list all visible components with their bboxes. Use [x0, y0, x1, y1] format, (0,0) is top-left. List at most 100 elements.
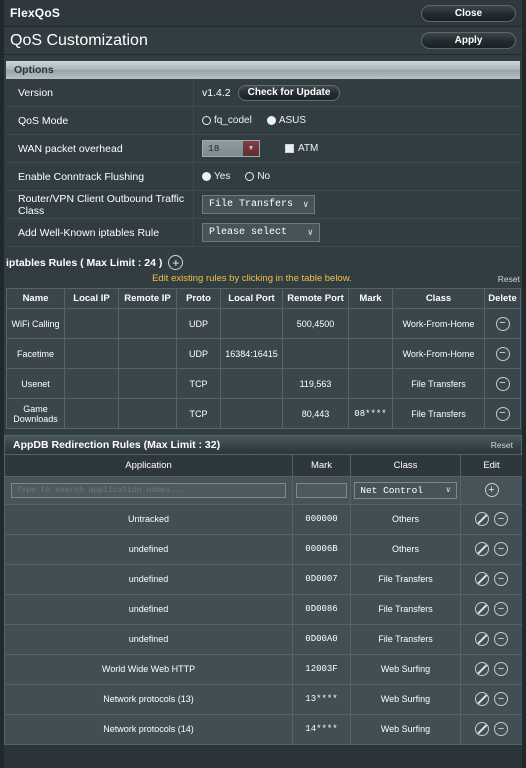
- cell-class[interactable]: Web Surfing: [350, 713, 461, 745]
- edit-rule-icon[interactable]: [475, 602, 489, 616]
- cell-mark[interactable]: [348, 308, 393, 339]
- cell-class[interactable]: Work-From-Home: [392, 338, 485, 369]
- atm-checkbox[interactable]: ATM: [285, 143, 318, 154]
- cell-mark[interactable]: [348, 338, 393, 369]
- cell-application[interactable]: undefined: [4, 623, 293, 655]
- cell-name[interactable]: Usenet: [6, 368, 65, 399]
- delete-rule-icon[interactable]: −: [495, 316, 510, 331]
- edit-rule-icon[interactable]: [475, 572, 489, 586]
- cell-class[interactable]: File Transfers: [350, 623, 461, 655]
- cell-name[interactable]: WiFi Calling: [6, 308, 65, 339]
- list-item[interactable]: Network protocols (13) 13**** Web Surfin…: [4, 683, 523, 715]
- delete-rule-icon[interactable]: −: [494, 542, 508, 556]
- search-input[interactable]: [10, 482, 287, 498]
- cell-name[interactable]: Facetime: [6, 338, 65, 369]
- delete-rule-icon[interactable]: −: [494, 722, 508, 736]
- delete-rule-icon[interactable]: −: [494, 512, 508, 526]
- cell-remote-port[interactable]: 119,563: [282, 368, 349, 399]
- cell-mark[interactable]: [348, 368, 393, 399]
- list-item[interactable]: World Wide Web HTTP 12003F Web Surfing −: [4, 653, 523, 685]
- edit-rule-icon[interactable]: [475, 632, 489, 646]
- cell-name[interactable]: Game Downloads: [6, 398, 65, 429]
- cell-local-ip[interactable]: [64, 398, 119, 429]
- cell-class[interactable]: File Transfers: [350, 593, 461, 625]
- list-item[interactable]: undefined 0D0086 File Transfers −: [4, 593, 523, 625]
- iptables-reset-link[interactable]: Reset: [498, 274, 520, 284]
- cell-local-port[interactable]: [220, 368, 283, 399]
- cell-mark[interactable]: 00006B: [292, 533, 351, 565]
- cell-class[interactable]: Web Surfing: [350, 653, 461, 685]
- cell-local-ip[interactable]: [64, 308, 119, 339]
- delete-rule-icon[interactable]: −: [495, 346, 510, 361]
- add-appdb-rule-icon[interactable]: +: [484, 483, 499, 497]
- cell-application[interactable]: undefined: [4, 563, 293, 595]
- wan-overhead-select[interactable]: 18 ▼: [202, 140, 260, 157]
- edit-rule-icon[interactable]: [475, 542, 489, 556]
- edit-rule-icon[interactable]: [475, 662, 489, 676]
- cell-class[interactable]: Work-From-Home: [392, 308, 485, 339]
- edit-rule-icon[interactable]: [475, 512, 489, 526]
- cell-remote-ip[interactable]: [118, 368, 177, 399]
- table-row[interactable]: Usenet TCP 119,563 File Transfers −: [6, 368, 521, 399]
- add-iptables-rule-icon[interactable]: +: [168, 255, 184, 270]
- cell-application[interactable]: Untracked: [4, 503, 293, 535]
- table-row[interactable]: WiFi Calling UDP 500,4500 Work-From-Home…: [6, 308, 521, 339]
- delete-rule-icon[interactable]: −: [494, 692, 508, 706]
- list-item[interactable]: undefined 0D0007 File Transfers −: [4, 563, 523, 595]
- cell-class[interactable]: File Transfers: [392, 398, 485, 429]
- cell-mark[interactable]: 0D0007: [292, 563, 351, 595]
- list-item[interactable]: undefined 00006B Others −: [4, 533, 523, 565]
- cell-mark[interactable]: 0D00A0: [292, 623, 351, 655]
- cell-remote-ip[interactable]: [118, 338, 177, 369]
- cell-class[interactable]: File Transfers: [392, 368, 485, 399]
- qos-mode-radio-fqcodel[interactable]: fq_codel: [202, 115, 252, 126]
- cell-mark[interactable]: 000000: [292, 503, 351, 535]
- cell-class[interactable]: File Transfers: [350, 563, 461, 595]
- delete-rule-icon[interactable]: −: [494, 662, 508, 676]
- cell-mark[interactable]: 12003F: [292, 653, 351, 685]
- cell-class[interactable]: Others: [350, 503, 461, 535]
- delete-rule-icon[interactable]: −: [494, 572, 508, 586]
- cell-mark[interactable]: 08****: [348, 398, 393, 429]
- delete-rule-icon[interactable]: −: [494, 632, 508, 646]
- list-item[interactable]: Network protocols (14) 14**** Web Surfin…: [4, 713, 523, 745]
- check-for-update-button[interactable]: Check for Update: [237, 84, 341, 101]
- edit-rule-icon[interactable]: [475, 722, 489, 736]
- edit-rule-icon[interactable]: [475, 692, 489, 706]
- appdb-reset-link[interactable]: Reset: [491, 440, 513, 450]
- delete-rule-icon[interactable]: −: [495, 376, 510, 391]
- delete-rule-icon[interactable]: −: [495, 406, 510, 421]
- cell-application[interactable]: undefined: [4, 593, 293, 625]
- cell-proto[interactable]: UDP: [176, 338, 221, 369]
- cell-mark[interactable]: 13****: [292, 683, 351, 715]
- cell-local-ip[interactable]: [64, 338, 119, 369]
- wellknown-rule-select[interactable]: Please select ∨: [202, 223, 320, 242]
- cell-local-port[interactable]: [220, 308, 283, 339]
- cell-remote-ip[interactable]: [118, 398, 177, 429]
- cell-application[interactable]: Network protocols (14): [4, 713, 293, 745]
- table-row[interactable]: Game Downloads TCP 80,443 08**** File Tr…: [6, 398, 521, 429]
- qos-mode-radio-asus[interactable]: ASUS: [266, 115, 306, 126]
- cell-local-port[interactable]: [220, 398, 283, 429]
- cell-application[interactable]: undefined: [4, 533, 293, 565]
- cell-proto[interactable]: UDP: [176, 308, 221, 339]
- list-item[interactable]: Untracked 000000 Others −: [4, 503, 523, 535]
- cell-class[interactable]: Others: [350, 533, 461, 565]
- class-select[interactable]: Net Control ∨: [354, 481, 457, 499]
- conntrack-radio-no[interactable]: No: [245, 171, 270, 182]
- cell-class[interactable]: Web Surfing: [350, 683, 461, 715]
- cell-mark[interactable]: 0D0086: [292, 593, 351, 625]
- cell-mark[interactable]: 14****: [292, 713, 351, 745]
- delete-rule-icon[interactable]: −: [494, 602, 508, 616]
- cell-proto[interactable]: TCP: [176, 398, 221, 429]
- mark-input[interactable]: [296, 482, 347, 498]
- outbound-class-select[interactable]: File Transfers ∨: [202, 195, 316, 214]
- cell-application[interactable]: Network protocols (13): [4, 683, 293, 715]
- cell-local-port[interactable]: 16384:16415: [220, 338, 283, 369]
- cell-application[interactable]: World Wide Web HTTP: [4, 653, 293, 685]
- close-button[interactable]: Close: [421, 4, 516, 22]
- cell-remote-port[interactable]: [282, 338, 349, 369]
- apply-button[interactable]: Apply: [421, 32, 516, 49]
- table-row[interactable]: Facetime UDP 16384:16415 Work-From-Home …: [6, 338, 521, 369]
- cell-remote-port[interactable]: 500,4500: [282, 308, 349, 339]
